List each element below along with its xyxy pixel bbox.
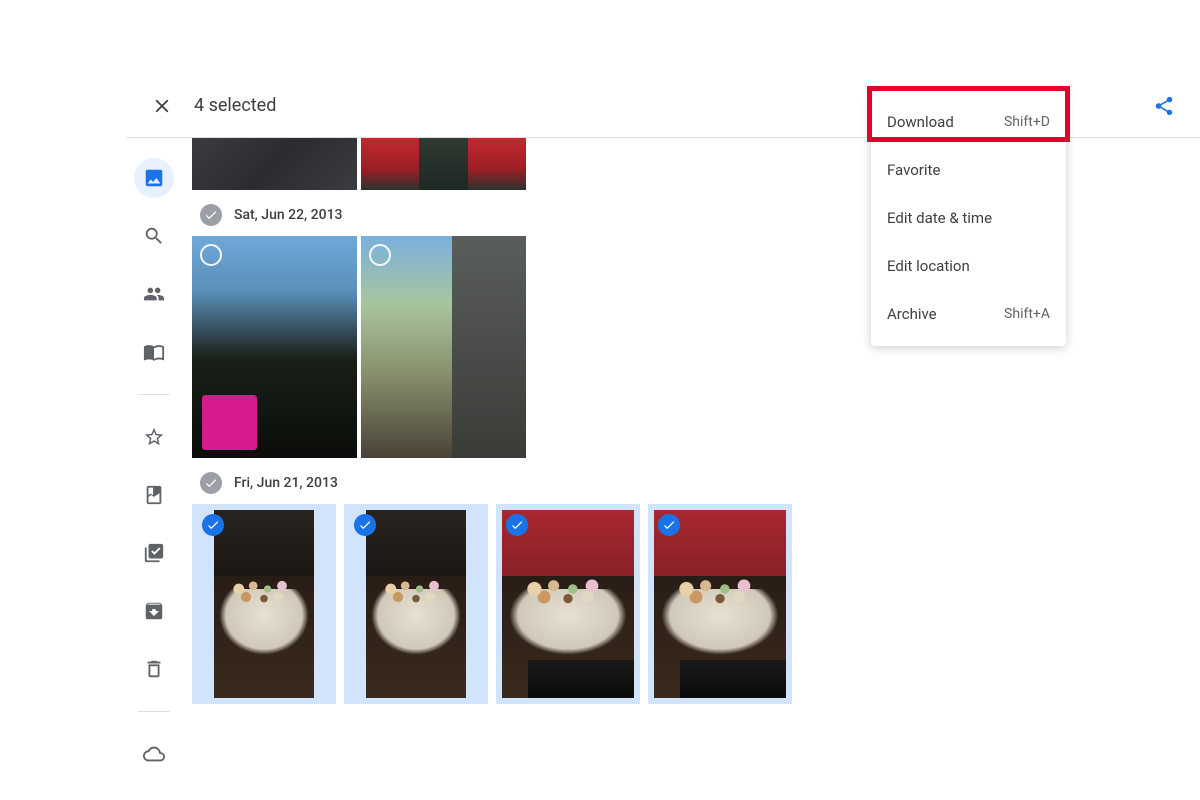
check-icon [358,518,372,532]
nav-storage[interactable] [134,734,174,774]
cloud-icon [143,743,165,765]
trash-icon [143,658,165,680]
close-selection-button[interactable] [142,86,182,126]
photo-thumbnail-selected[interactable] [192,504,336,704]
selected-check-badge[interactable] [506,514,528,536]
sidebar-separator [138,711,170,712]
select-date-group-button[interactable] [200,472,222,494]
check-icon [204,208,218,222]
photo-thumbnail[interactable] [361,138,526,190]
photo-icon [143,167,165,189]
menu-label: Favorite [887,161,940,179]
menu-item-edit-date[interactable]: Edit date & time [871,194,1066,242]
left-sidebar [126,158,182,774]
overflow-menu: Download Shift+D Favorite Edit date & ti… [871,90,1066,346]
menu-label: Archive [887,305,937,323]
nav-albums[interactable] [134,475,174,515]
photo-thumbnail[interactable] [361,236,526,458]
menu-item-favorite[interactable]: Favorite [871,146,1066,194]
menu-shortcut: Shift+A [1004,306,1050,322]
check-icon [662,518,676,532]
sidebar-separator [138,394,170,395]
check-icon [206,518,220,532]
menu-item-download[interactable]: Download Shift+D [871,98,1066,146]
selection-ring[interactable] [369,244,391,266]
archive-icon [143,600,165,622]
selection-count: 4 selected [194,95,276,116]
nav-utilities[interactable] [134,533,174,573]
selected-check-badge[interactable] [354,514,376,536]
stack-check-icon [143,542,165,564]
nav-archive[interactable] [134,591,174,631]
nav-favorites[interactable] [134,417,174,457]
selected-check-badge[interactable] [658,514,680,536]
photo-thumbnail-selected[interactable] [496,504,640,704]
photo-thumbnail-selected[interactable] [648,504,792,704]
star-icon [143,426,165,448]
select-date-group-button[interactable] [200,204,222,226]
selection-ring[interactable] [200,244,222,266]
nav-photos[interactable] [134,158,174,198]
nav-library[interactable] [134,332,174,372]
photo-thumbnail-selected[interactable] [344,504,488,704]
photo-thumbnail[interactable] [192,236,357,458]
book-icon [143,341,165,363]
menu-item-archive[interactable]: Archive Shift+A [871,290,1066,338]
menu-shortcut: Shift+D [1004,114,1050,130]
menu-label: Edit date & time [887,209,992,227]
close-icon [151,95,173,117]
search-icon [143,225,165,247]
date-header[interactable]: Fri, Jun 21, 2013 [200,472,1200,494]
nav-sharing[interactable] [134,274,174,314]
check-icon [510,518,524,532]
photo-thumbnail[interactable] [192,138,357,190]
share-button[interactable] [1144,86,1184,126]
menu-item-edit-location[interactable]: Edit location [871,242,1066,290]
date-label: Sat, Jun 22, 2013 [234,207,343,223]
selected-check-badge[interactable] [202,514,224,536]
share-icon [1153,95,1175,117]
menu-label: Download [887,113,954,131]
nav-search[interactable] [134,216,174,256]
bookmark-photo-icon [143,484,165,506]
check-icon [204,476,218,490]
date-label: Fri, Jun 21, 2013 [234,475,338,491]
people-icon [143,283,165,305]
menu-label: Edit location [887,257,970,275]
nav-trash[interactable] [134,649,174,689]
